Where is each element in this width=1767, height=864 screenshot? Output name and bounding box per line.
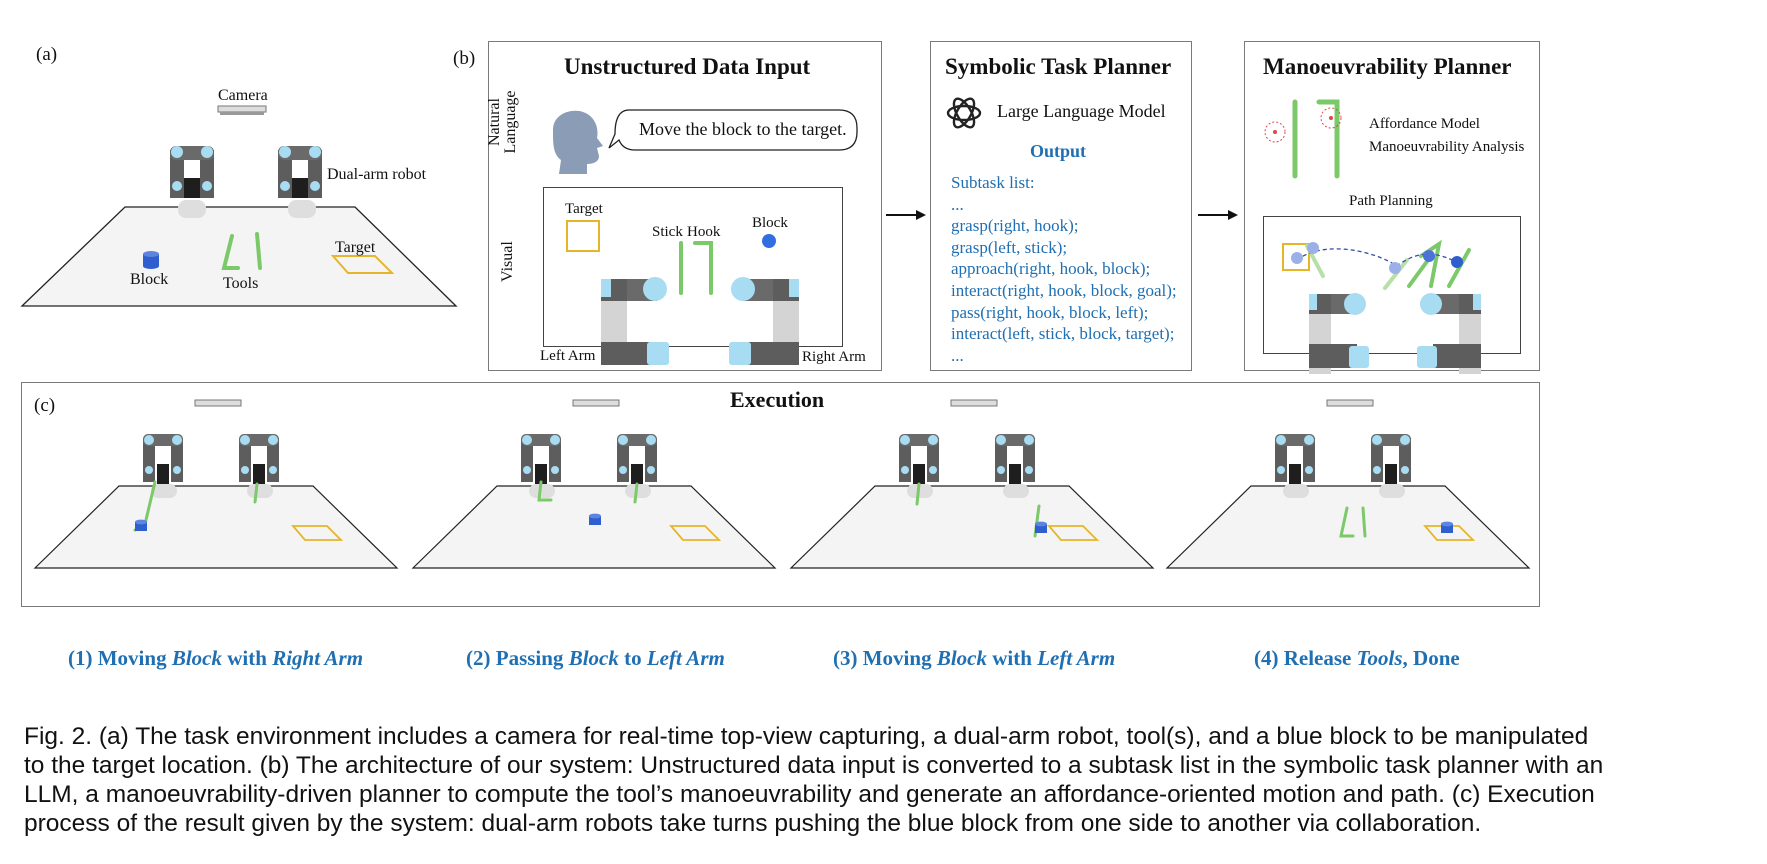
- arrow-right-icon: [1198, 210, 1238, 220]
- left-arm-label: Left Arm: [540, 348, 596, 364]
- panel-a-illustration: [20, 105, 458, 307]
- affordance-illustration: [1264, 99, 1342, 179]
- output-heading: Output: [1030, 141, 1087, 161]
- subtask-list: Subtask list: ... grasp(right, hook); gr…: [951, 172, 1177, 366]
- stick-hook-tools: [679, 241, 713, 295]
- robot-label: Dual-arm robot: [327, 166, 427, 183]
- subtask-line: interact(right, hook, block, goal);: [951, 280, 1177, 300]
- manoeuvrability-planner-panel: Manoeuvrability Planner Affordance Model…: [1244, 41, 1540, 374]
- camera-icon: [217, 105, 267, 115]
- execution-step-1: (1) Moving Block with Right Arm: [68, 646, 363, 671]
- step-mid: to: [618, 646, 647, 670]
- path-planning-label: Path Planning: [1349, 193, 1433, 209]
- arrow-right-icon: [886, 210, 926, 220]
- step-object: Block: [568, 646, 619, 670]
- step-prefix: (1) Moving: [68, 646, 172, 670]
- caption-line: to the target location. (b) The architec…: [24, 752, 1604, 779]
- visual-block-label: Block: [752, 215, 788, 231]
- caption-line: LLM, a manoeuvrability-driven planner to…: [24, 781, 1595, 808]
- caption-line: Fig. 2. (a) The task environment include…: [24, 723, 1589, 750]
- execution-step-2: (2) Passing Block to Left Arm: [466, 646, 725, 671]
- left-arm: [601, 277, 669, 365]
- step-prefix: (3) Moving: [833, 646, 937, 670]
- llm-label: Large Language Model: [997, 101, 1166, 121]
- head-silhouette-icon: [553, 110, 603, 174]
- subtask-line: ...: [951, 194, 964, 214]
- execution-scenes: [33, 399, 1531, 569]
- visual-hook-label: Hook: [687, 224, 721, 240]
- subtask-line: interact(left, stick, block, target);: [951, 324, 1175, 344]
- path-right-arm: [1417, 293, 1481, 374]
- target-label: Target: [335, 239, 376, 256]
- subtask-line: approach(right, hook, block);: [951, 259, 1151, 279]
- manoeuvrability-analysis-label: Manoeuvrability Analysis: [1369, 139, 1525, 155]
- step-mid: with: [987, 646, 1038, 670]
- right-arm: [729, 277, 799, 365]
- panel-a-tag: (a): [36, 44, 58, 65]
- visual-target-label: Target: [565, 201, 603, 217]
- openai-logo-icon: [946, 97, 982, 129]
- camera-label: Camera: [218, 87, 268, 104]
- natural-language-label: Natural Language: [486, 90, 519, 154]
- figure-caption: Fig. 2. (a) The task environment include…: [24, 722, 1754, 838]
- subtask-line: pass(right, hook, block, left);: [951, 302, 1149, 322]
- manoeuvrability-planner-title: Manoeuvrability Planner: [1263, 54, 1512, 79]
- step-mid: with: [222, 646, 273, 670]
- tools-label: Tools: [223, 275, 259, 292]
- speech-text: Move the block to the target.: [639, 119, 847, 139]
- unstructured-input-title: Unstructured Data Input: [564, 54, 811, 79]
- step-prefix: (4) Release: [1254, 646, 1357, 670]
- symbolic-planner-title: Symbolic Task Planner: [945, 54, 1172, 79]
- step-arm: Left Arm: [646, 646, 725, 670]
- block-icon: [143, 251, 159, 269]
- subtask-line: ...: [951, 345, 964, 365]
- symbolic-planner-panel: Symbolic Task Planner Large Language Mod…: [930, 41, 1192, 371]
- block-dot: [762, 234, 776, 248]
- block-label: Block: [130, 271, 169, 288]
- path-scene: [1282, 239, 1481, 374]
- unstructured-input-panel: Unstructured Data Input Natural Language…: [486, 41, 882, 371]
- visual-label: Visual: [499, 241, 516, 282]
- visual-stick-label: Stick: [652, 224, 683, 240]
- subtask-line: Subtask list:: [951, 173, 1035, 192]
- target-box: [566, 220, 600, 252]
- caption-line: process of the result given by the syste…: [24, 810, 1482, 837]
- execution-scene-3: [789, 399, 1155, 569]
- execution-step-3: (3) Moving Block with Left Arm: [833, 646, 1115, 671]
- step-arm: Left Arm: [1037, 646, 1116, 670]
- subtask-line: grasp(right, hook);: [951, 216, 1079, 236]
- step-object: Block: [936, 646, 987, 670]
- step-object: Tools: [1356, 646, 1403, 670]
- subtask-line: grasp(left, stick);: [951, 237, 1068, 257]
- step-arm: Right Arm: [272, 646, 364, 670]
- step-object: Block: [171, 646, 222, 670]
- execution-scene-1: [33, 399, 399, 569]
- step-mid: , Done: [1402, 646, 1460, 670]
- execution-scene-2: [411, 399, 777, 569]
- panel-b-tag: (b): [453, 48, 476, 69]
- step-prefix: (2) Passing: [466, 646, 569, 670]
- right-arm-label: Right Arm: [802, 349, 866, 365]
- path-left-arm: [1309, 293, 1369, 374]
- affordance-model-label: Affordance Model: [1369, 116, 1480, 132]
- execution-step-4: (4) Release Tools, Done: [1254, 646, 1460, 671]
- execution-scene-4: [1165, 399, 1531, 569]
